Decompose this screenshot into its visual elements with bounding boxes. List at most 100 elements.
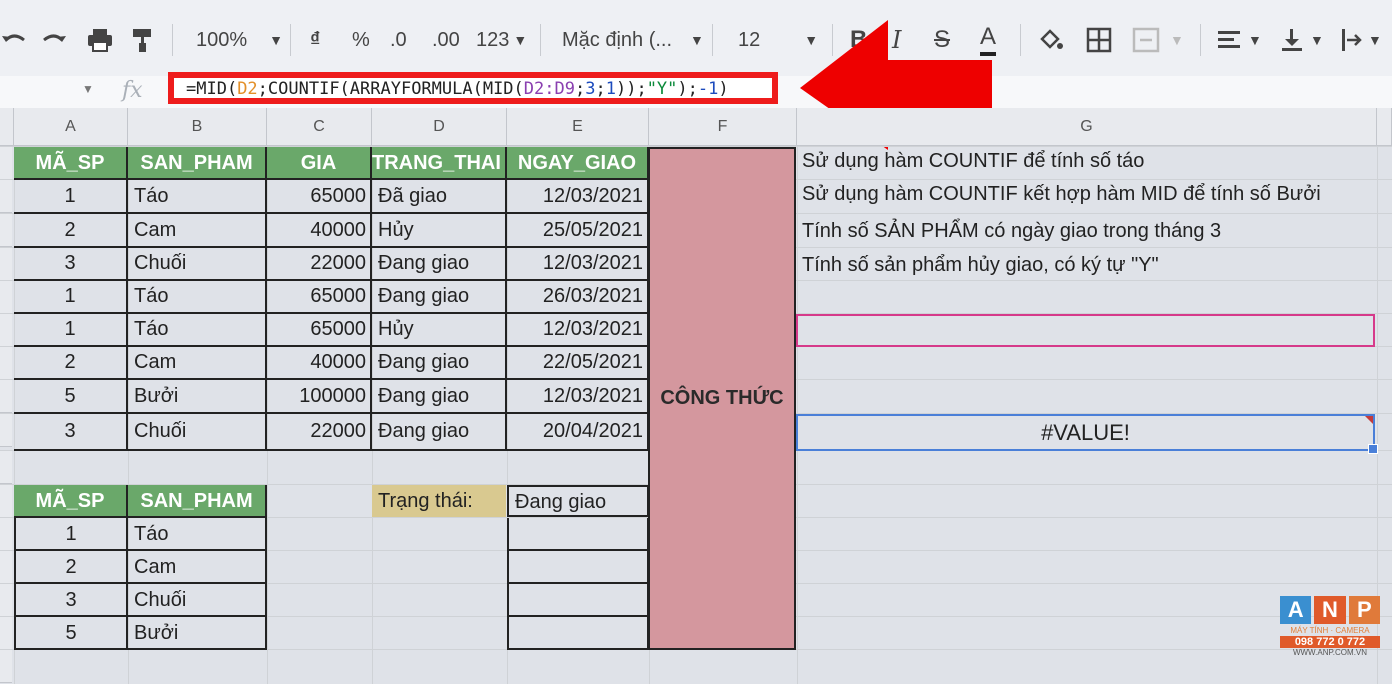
table-cell[interactable]: 25/05/2021 [507,214,649,248]
row-header[interactable] [0,518,12,551]
row-header[interactable] [0,485,12,518]
fill-color-icon[interactable] [1038,22,1064,58]
table-cell[interactable]: Bưởi [128,380,267,414]
row-header[interactable] [0,347,12,380]
text-wrap-icon[interactable]: ▼ [1340,22,1382,58]
row-header[interactable] [0,180,12,213]
table-header-cell[interactable]: MÃ_SP [14,485,128,518]
row-header[interactable] [0,281,12,314]
table-cell[interactable]: 3 [14,248,128,281]
increase-decimal-button[interactable]: .00 [432,22,460,58]
table-cell[interactable]: 5 [14,617,128,650]
table-cell[interactable]: Táo [128,281,267,314]
row-header[interactable] [0,650,12,683]
row-header[interactable] [0,314,12,347]
empty-cell[interactable] [507,551,649,584]
note-text[interactable]: Sử dụng hàm COUNTIF kết hợp hàm MID để t… [802,183,1321,206]
table-cell[interactable]: Đang giao [372,248,507,281]
empty-cell[interactable] [507,518,649,551]
table-cell[interactable]: 65000 [267,314,372,347]
selected-result-cell[interactable]: #VALUE! [796,414,1378,454]
column-header-b[interactable]: B [128,108,267,146]
row-header[interactable] [0,214,12,247]
table-cell[interactable]: Đang giao [372,281,507,314]
undo-icon[interactable] [0,22,28,58]
row-header[interactable] [0,617,12,650]
decrease-decimal-button[interactable]: .0 [390,22,407,58]
table-cell[interactable]: Chuối [128,414,267,451]
table-cell[interactable]: Đang giao [372,414,507,451]
print-icon[interactable] [86,22,114,58]
zoom-select[interactable]: 100% ▼ [196,22,283,58]
table-header-cell[interactable]: TRANG_THAI [372,147,507,180]
column-header-h[interactable] [1377,108,1392,146]
table-cell[interactable]: Hủy [372,314,507,347]
table-cell[interactable]: 1 [14,314,128,347]
empty-cell[interactable] [507,617,649,650]
table-cell[interactable]: 100000 [267,380,372,414]
table-cell[interactable]: 12/03/2021 [507,248,649,281]
table-cell[interactable]: Táo [128,518,267,551]
table-cell[interactable]: Bưởi [128,617,267,650]
select-all-corner[interactable] [0,108,14,146]
more-formats-button[interactable]: 123 ▼ [476,22,527,58]
column-header-e[interactable]: E [507,108,649,146]
table-cell[interactable]: Chuối [128,248,267,281]
empty-cell[interactable] [507,584,649,617]
table-cell[interactable]: 12/03/2021 [507,314,649,347]
note-text[interactable]: Sử dụng hàm COUNTIF để tính số táo [802,150,1144,173]
status-value-cell[interactable]: Đang giao [507,485,649,517]
table-cell[interactable]: Táo [128,180,267,214]
table-cell[interactable]: Cam [128,214,267,248]
row-header[interactable] [0,248,12,281]
note-text[interactable]: Tính số sản phẩm hủy giao, có ký tự "Y" [802,254,1159,277]
status-label-cell[interactable]: Trạng thái: [372,485,506,517]
highlighted-cell[interactable] [796,314,1375,347]
currency-format-button[interactable]: ₫ [310,22,320,58]
column-header-g[interactable]: G [797,108,1377,146]
table-cell[interactable]: Cam [128,551,267,584]
table-cell[interactable]: 5 [14,380,128,414]
table-cell[interactable]: Hủy [372,214,507,248]
percent-format-button[interactable]: % [352,22,370,58]
table-cell[interactable]: Táo [128,314,267,347]
vertical-align-icon[interactable]: ▼ [1280,22,1324,58]
row-header[interactable] [0,414,12,447]
row-header[interactable] [0,451,12,484]
table-cell[interactable]: 65000 [267,180,372,214]
fill-handle[interactable] [1368,444,1378,454]
table-header-cell[interactable]: GIA [267,147,372,180]
table-cell[interactable]: 65000 [267,281,372,314]
font-family-select[interactable]: Mặc định (... ▼ [562,22,704,58]
column-header-d[interactable]: D [372,108,507,146]
table-cell[interactable]: 1 [14,518,128,551]
table-header-cell[interactable]: SAN_PHAM [128,485,267,518]
row-header[interactable] [0,551,12,584]
redo-icon[interactable] [40,22,68,58]
table-cell[interactable]: 1 [14,281,128,314]
table-cell[interactable]: 2 [14,551,128,584]
table-cell[interactable]: 2 [14,214,128,248]
table-cell[interactable]: 1 [14,180,128,214]
borders-icon[interactable] [1086,22,1112,58]
table-cell[interactable]: Cam [128,347,267,380]
row-header[interactable] [0,380,12,413]
paint-format-icon[interactable] [130,22,156,58]
column-header-f[interactable]: F [649,108,797,146]
horizontal-align-icon[interactable]: ▼ [1216,22,1262,58]
formula-input[interactable]: =MID(D2;COUNTIF(ARRAYFORMULA(MID(D2:D9;3… [186,79,729,99]
table-cell[interactable]: Đang giao [372,380,507,414]
formula-merged-cell[interactable]: CÔNG THỨC [648,147,796,650]
table-cell[interactable]: 2 [14,347,128,380]
table-cell[interactable]: 26/03/2021 [507,281,649,314]
table-cell[interactable]: 20/04/2021 [507,414,649,451]
table-header-cell[interactable]: SAN_PHAM [128,147,267,180]
table-cell[interactable]: 40000 [267,347,372,380]
table-cell[interactable]: 12/03/2021 [507,380,649,414]
row-header[interactable] [0,584,12,617]
table-cell[interactable]: 3 [14,584,128,617]
table-header-cell[interactable]: MÃ_SP [14,147,128,180]
table-cell[interactable]: 22/05/2021 [507,347,649,380]
name-box-dropdown-icon[interactable]: ▼ [82,82,94,96]
merge-cells-icon[interactable]: ▼ [1132,22,1184,58]
